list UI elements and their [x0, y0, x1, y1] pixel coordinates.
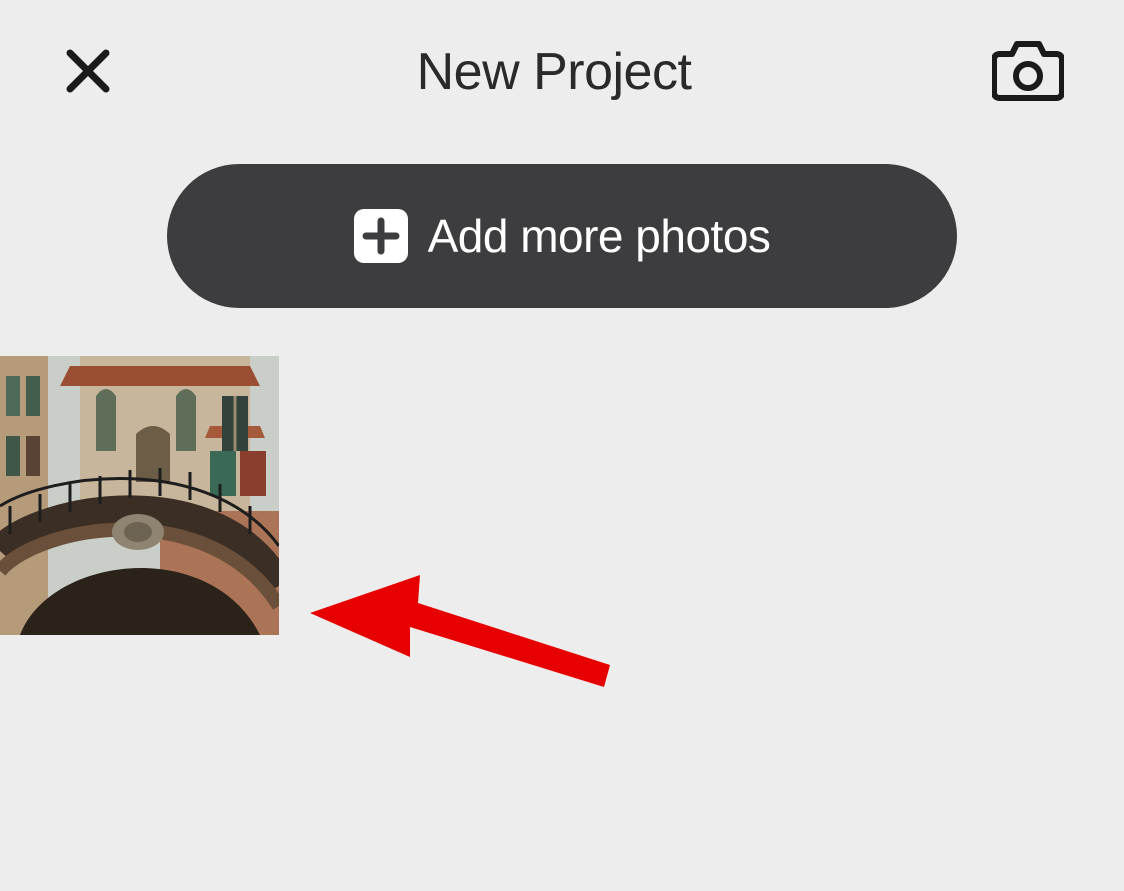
header-bar: New Project: [0, 0, 1124, 134]
plus-icon: [354, 209, 408, 263]
camera-icon: [992, 40, 1064, 105]
add-more-photos-button[interactable]: Add more photos: [167, 164, 957, 308]
photo-thumbnail[interactable]: [0, 356, 279, 635]
annotation-arrow: [310, 575, 620, 700]
add-more-photos-label: Add more photos: [428, 209, 771, 263]
close-icon: [66, 49, 110, 96]
close-button[interactable]: [60, 44, 116, 100]
page-title: New Project: [116, 42, 992, 102]
camera-button[interactable]: [992, 40, 1064, 104]
